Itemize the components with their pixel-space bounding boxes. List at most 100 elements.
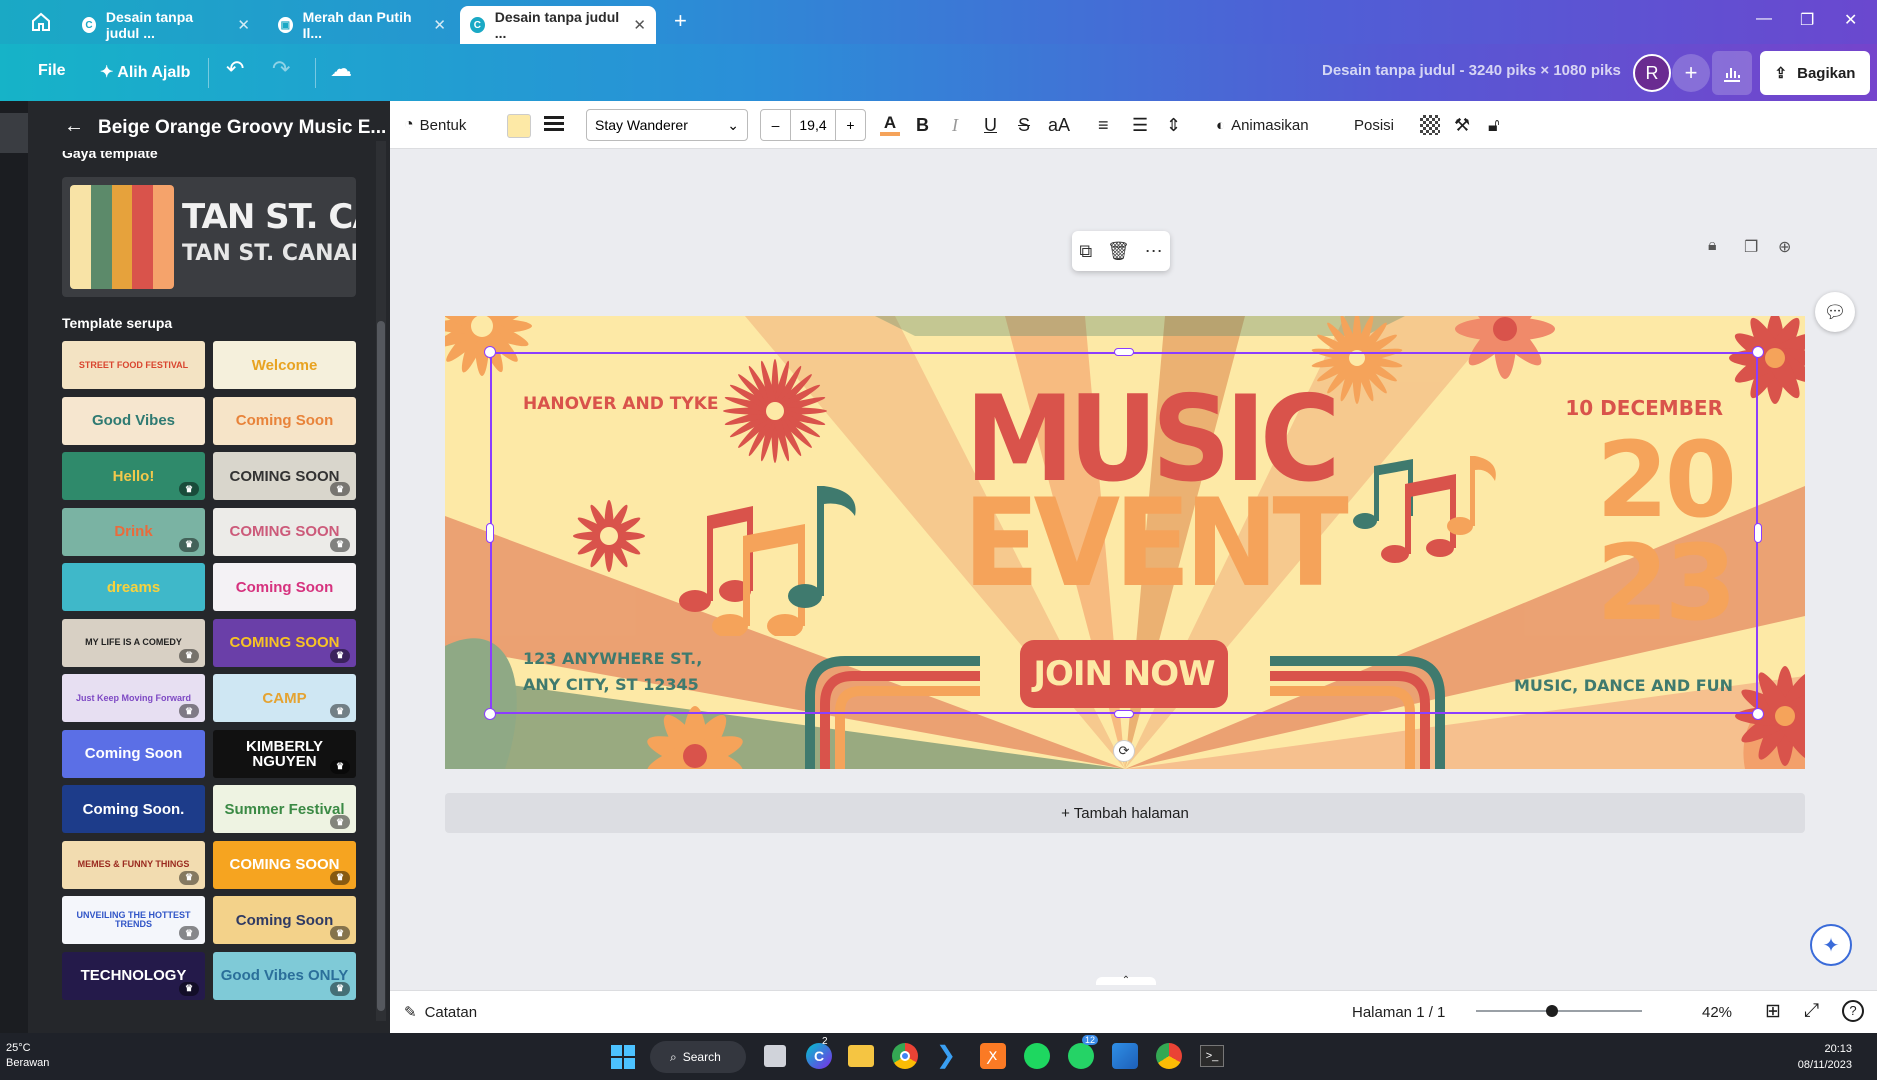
new-tab-icon[interactable]: + (674, 8, 687, 34)
minimize-icon[interactable]: — (1756, 10, 1772, 28)
chrome-profile-icon[interactable] (1156, 1043, 1182, 1069)
transparency-icon[interactable] (1420, 115, 1440, 135)
weather-widget[interactable]: 25°C Berawan (6, 1041, 49, 1071)
duplicate-icon[interactable]: ⧉ (1079, 241, 1092, 262)
task-view-icon[interactable] (764, 1045, 786, 1067)
fullscreen-icon[interactable]: ⤢ (1804, 1000, 1819, 1022)
rail-item-uploads[interactable] (0, 431, 28, 471)
add-page-button[interactable]: + Tambah halaman (445, 793, 1805, 833)
rail-item-apps[interactable] (0, 691, 28, 731)
rail-item-text[interactable] (0, 271, 28, 311)
template-thumbnail[interactable]: CAMP ♛ (213, 674, 356, 722)
border-style-icon[interactable] (544, 116, 564, 134)
template-thumbnail[interactable]: COMING SOON ♛ (213, 840, 356, 889)
template-thumbnail[interactable]: UNVEILING THE HOTTEST TRENDS ♛ (62, 896, 205, 944)
share-button[interactable]: ⇪ Bagikan (1760, 51, 1870, 95)
template-thumbnail[interactable]: COMING SOON ♛ (213, 507, 356, 556)
scroll-thumb[interactable] (377, 321, 385, 1011)
template-thumbnail[interactable]: Hello! ♛ (62, 452, 205, 500)
bold-icon[interactable]: B (916, 101, 929, 149)
list-icon[interactable]: ☰ (1132, 101, 1148, 149)
template-thumbnail[interactable]: Welcome (213, 341, 356, 389)
resize-handle[interactable] (486, 523, 494, 543)
template-thumbnail[interactable]: Good Vibes (62, 396, 205, 445)
close-icon[interactable]: ✕ (633, 16, 646, 34)
template-thumbnail[interactable]: Coming Soon (62, 729, 205, 778)
resize-button[interactable]: ✦ Alih Ajalb (100, 62, 190, 82)
expand-notes-handle[interactable]: ⌃ (1096, 976, 1156, 986)
template-thumbnail[interactable]: Coming Soon. (62, 785, 205, 833)
browser-tab-1[interactable]: C Desain tanpa judul ... ✕ (72, 6, 260, 44)
template-thumbnail[interactable]: Coming Soon (213, 396, 356, 445)
avatar[interactable]: R (1633, 54, 1671, 92)
browser-tab-3[interactable]: C Desain tanpa judul ... ✕ (460, 6, 656, 44)
italic-icon[interactable]: I (952, 101, 958, 149)
canva-app-icon[interactable]: C (806, 1043, 832, 1069)
template-thumbnail[interactable]: MEMES & FUNNY THINGS ♛ (62, 840, 205, 889)
xampp-icon[interactable]: ꭗ (980, 1043, 1006, 1069)
rail-item-brand[interactable] (0, 351, 28, 391)
resize-handle[interactable] (1114, 348, 1134, 356)
rail-item-elements[interactable] (0, 191, 28, 231)
maximize-icon[interactable]: ❐ (1800, 10, 1814, 30)
template-thumbnail[interactable]: Summer Festival ♛ (213, 785, 356, 833)
resize-handle[interactable] (1754, 523, 1762, 543)
template-thumbnail[interactable]: dreams (62, 563, 205, 611)
template-thumbnail[interactable]: Coming Soon ♛ (213, 896, 356, 944)
font-size-input[interactable]: 19,4 (791, 117, 835, 133)
lock-page-icon[interactable]: 🔒︎ (1708, 237, 1717, 255)
position-button[interactable]: Posisi (1354, 101, 1394, 149)
template-thumbnail[interactable]: Drink ♛ (62, 507, 205, 556)
add-collaborator-icon[interactable]: + (1672, 54, 1710, 92)
paint-roller-icon[interactable]: ⚒ (1454, 101, 1470, 149)
comment-icon[interactable]: 💬︎ (1815, 292, 1855, 332)
font-dropdown[interactable]: Stay Wanderer ⌄ (586, 109, 748, 141)
template-style-card[interactable]: TAN ST. CAN TAN ST. CANAR (62, 177, 356, 297)
terminal-icon[interactable]: >_ (1200, 1045, 1224, 1067)
spacing-icon[interactable]: ⇕ (1166, 101, 1181, 149)
animate-button[interactable]: ◐ Animasikan (1216, 101, 1309, 149)
magic-assistant-icon[interactable]: ✦ (1810, 924, 1852, 966)
template-thumbnail[interactable]: KIMBERLY NGUYEN ♛ (213, 729, 356, 778)
insights-icon[interactable] (1712, 51, 1752, 95)
resize-handle[interactable] (1752, 708, 1764, 720)
duplicate-page-icon[interactable]: ❐ (1744, 237, 1758, 257)
template-thumbnail[interactable]: MY LIFE IS A COMEDY ♛ (62, 618, 205, 667)
help-icon[interactable]: ? (1842, 1000, 1864, 1022)
resize-handle[interactable] (1114, 710, 1134, 718)
text-color-icon[interactable]: A (880, 101, 900, 149)
close-icon[interactable]: ✕ (237, 16, 250, 34)
align-icon[interactable]: ≡ (1098, 101, 1109, 149)
underline-icon[interactable]: U (984, 101, 997, 149)
start-icon[interactable] (611, 1045, 635, 1069)
browser-tab-2[interactable]: ▣ Merah dan Putih Il... ✕ (268, 6, 456, 44)
rail-item-projects[interactable] (0, 601, 28, 641)
template-thumbnail[interactable]: Just Keep Moving Forward ♛ (62, 674, 205, 722)
selection-box[interactable] (490, 352, 1758, 714)
add-page-icon[interactable]: ⊕ (1778, 237, 1791, 257)
close-icon[interactable]: ✕ (433, 16, 446, 34)
back-arrow-icon[interactable]: ← (64, 115, 84, 138)
panel-scrollbar[interactable] (376, 141, 386, 1021)
file-explorer-icon[interactable] (848, 1045, 874, 1067)
template-thumbnail[interactable]: STREET FOOD FESTIVAL (62, 341, 205, 389)
notes-button[interactable]: ✎ Catatan (404, 1003, 477, 1022)
vertical-scrollbar[interactable] (1863, 149, 1877, 983)
taskbar-search[interactable]: ⌕ Search (650, 1041, 746, 1073)
page-indicator[interactable]: Halaman 1 / 1 (1352, 1004, 1445, 1021)
zoom-slider[interactable] (1476, 1003, 1642, 1019)
fill-color-swatch[interactable] (507, 114, 531, 138)
chrome-icon[interactable] (892, 1043, 918, 1069)
file-menu[interactable]: File (38, 62, 66, 80)
rail-item-design[interactable] (0, 113, 28, 153)
rail-item-draw[interactable] (0, 511, 28, 551)
design-page[interactable]: HANOVER AND TYKE 10 DECEMBER MUSIC EVENT… (445, 316, 1805, 769)
increase-font-button[interactable]: + (835, 110, 865, 140)
whatsapp-icon[interactable] (1068, 1043, 1094, 1069)
cloud-save-icon[interactable]: ☁ (330, 56, 352, 82)
document-title[interactable]: Desain tanpa judul - 3240 piks × 1080 pi… (1322, 62, 1621, 79)
decrease-font-button[interactable]: – (761, 110, 791, 140)
strikethrough-icon[interactable]: S (1018, 101, 1030, 149)
undo-icon[interactable]: ↶ (226, 56, 244, 82)
resize-handle[interactable] (484, 708, 496, 720)
